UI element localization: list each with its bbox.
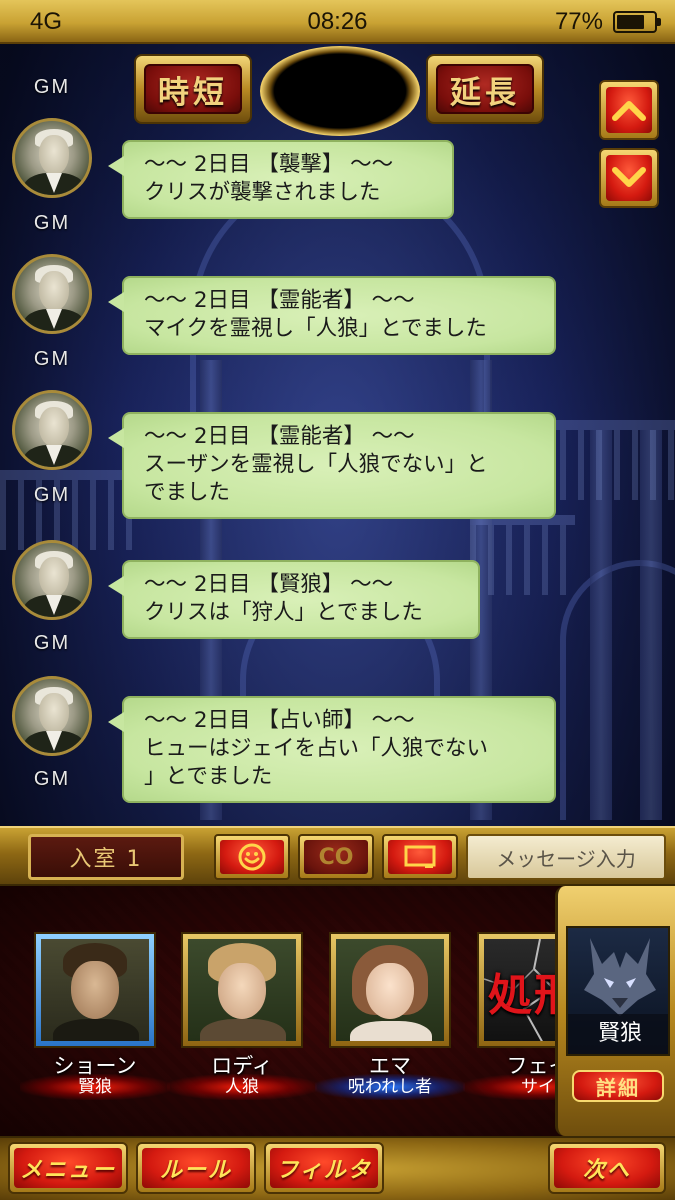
- chevron-down-icon: [612, 167, 646, 187]
- partial-sender-label: GM: [33, 76, 71, 98]
- next-button[interactable]: 次へ: [548, 1142, 666, 1194]
- message-bubble: 〜〜 2日目 【占い師】 〜〜 ヒューはジェイを占い「人狼でない 」とでました: [108, 696, 556, 803]
- rules-button[interactable]: ルール: [136, 1142, 256, 1194]
- menu-button[interactable]: メニュー: [8, 1142, 128, 1194]
- extend-button[interactable]: 延長: [436, 64, 534, 114]
- shorten-plate: 時短: [134, 54, 252, 124]
- details-button[interactable]: 詳細: [572, 1070, 664, 1102]
- co-label: CO: [304, 840, 368, 874]
- menu-label: メニュー: [14, 1148, 122, 1188]
- message-bubble: 〜〜 2日目 【賢狼】 〜〜 クリスは「狩人」とでました: [108, 560, 480, 639]
- gm-avatar[interactable]: [12, 676, 92, 756]
- my-role-name: 賢狼: [568, 1014, 668, 1054]
- bottom-navigation: メニュー ルール フィルタ 次へ: [0, 1136, 675, 1200]
- role-portrait: 賢狼: [566, 926, 670, 1056]
- chat-input-bar: 入室 1 CO メッセージ入力: [0, 826, 675, 886]
- message-bubble: 〜〜 2日目 【霊能者】 〜〜 スーザンを霊視し「人狼でない」と でました: [108, 412, 556, 519]
- sender-label: GM: [33, 348, 71, 370]
- scroll-up-button[interactable]: [599, 80, 659, 140]
- my-role-card: 賢狼 詳細: [555, 886, 675, 1136]
- filter-button[interactable]: フィルタ: [264, 1142, 384, 1194]
- message-input[interactable]: メッセージ入力: [466, 834, 666, 880]
- room-count-badge[interactable]: 入室 1: [28, 834, 184, 880]
- message-bubble: 〜〜 2日目 【霊能者】 〜〜 マイクを霊視し「人狼」とでました: [108, 276, 556, 355]
- rules-label: ルール: [142, 1148, 250, 1188]
- gm-avatar[interactable]: [12, 254, 92, 334]
- gm-avatar[interactable]: [12, 390, 92, 470]
- mirror-frame: [260, 46, 420, 136]
- extend-plate: 延長: [426, 54, 544, 124]
- co-button[interactable]: CO: [298, 834, 374, 880]
- next-label: 次へ: [554, 1148, 660, 1188]
- status-bar: 4G 08:26 77%: [0, 0, 675, 44]
- player-portrait: 処刑: [477, 932, 555, 1048]
- player-role: 賢狼: [20, 1074, 170, 1100]
- filter-label: フィルタ: [270, 1148, 378, 1188]
- speech-window-button[interactable]: [382, 834, 458, 880]
- battery-percentage: 77%: [554, 8, 603, 35]
- player-portrait: [329, 932, 451, 1048]
- sender-label: GM: [33, 632, 71, 654]
- player-role: サイ: [463, 1074, 555, 1100]
- player-portrait: [181, 932, 303, 1048]
- battery-icon: [613, 11, 661, 33]
- smiley-icon: [238, 843, 266, 871]
- player-list: ショーン 賢狼 ロディ 人狼 エマ 呪われし者 処 フェ サイ: [0, 886, 555, 1136]
- emote-button[interactable]: [214, 834, 290, 880]
- shorten-button[interactable]: 時短: [144, 64, 242, 114]
- message-bubble: 〜〜 2日目 【襲撃】 〜〜 クリスが襲撃されました: [108, 140, 454, 219]
- player-portrait: [34, 932, 156, 1048]
- gm-avatar[interactable]: [12, 118, 92, 198]
- sender-label: GM: [33, 768, 71, 790]
- werewolf-icon: [584, 938, 656, 1016]
- scroll-down-button[interactable]: [599, 148, 659, 208]
- sender-label: GM: [33, 212, 71, 234]
- top-ornament: 時短 延長: [120, 44, 560, 136]
- execution-overlay: 処刑: [488, 970, 555, 1021]
- chevron-up-icon: [612, 101, 646, 121]
- gm-avatar[interactable]: [12, 540, 92, 620]
- player-role: 人狼: [167, 1074, 317, 1100]
- sender-label: GM: [33, 484, 71, 506]
- speech-window-icon: [404, 845, 436, 868]
- player-role: 呪われし者: [315, 1074, 465, 1100]
